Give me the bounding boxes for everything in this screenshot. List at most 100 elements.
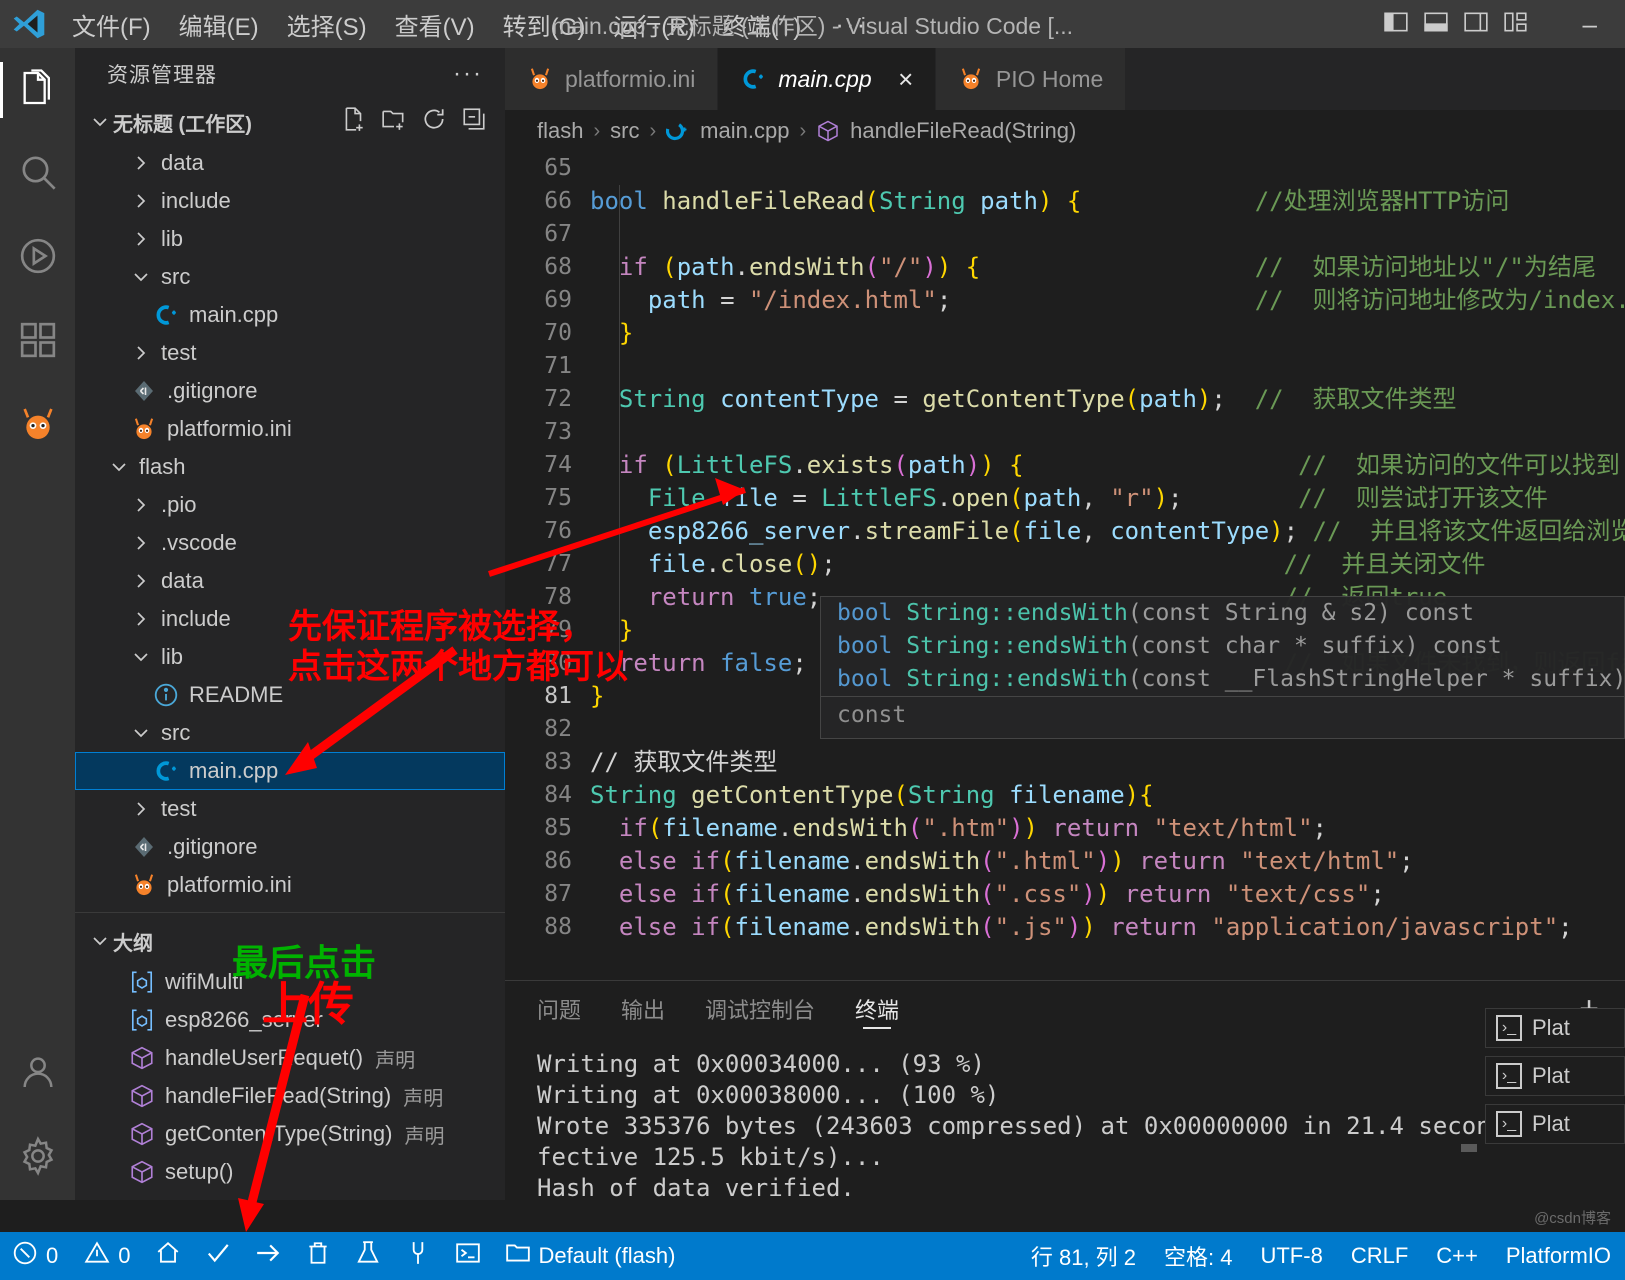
tree-item--gitignore[interactable]: .gitignore <box>75 372 505 410</box>
window-minimize-button[interactable]: – <box>1583 0 1597 48</box>
tree-item-readme[interactable]: README <box>75 676 505 714</box>
tree-item-platformio-ini[interactable]: platformio.ini <box>75 866 505 904</box>
code-line[interactable]: 74 if (LittleFS.exists(path)) { // 如果访问的… <box>505 449 1625 482</box>
tree-item-test[interactable]: test <box>75 334 505 372</box>
menu-file[interactable]: 文件(F) <box>58 0 165 48</box>
tree-item-flash[interactable]: flash <box>75 448 505 486</box>
status-cursor-position[interactable]: 行 81, 列 2 <box>1017 1232 1150 1280</box>
code-line-text[interactable]: else if(filename.endsWith(".html")) retu… <box>590 845 1625 878</box>
code-line-text[interactable]: if (LittleFS.exists(path)) { // 如果访问的文件可… <box>590 449 1625 482</box>
panel-tab-debug-console[interactable]: 调试控制台 <box>705 981 815 1037</box>
customize-layout-icon[interactable] <box>1503 9 1529 40</box>
code-line-text[interactable]: esp8266_server.streamFile(file, contentT… <box>590 515 1625 548</box>
status-pio-new-terminal[interactable] <box>443 1232 493 1280</box>
code-editor[interactable]: 65 66 bool handleFileRead(String path) { /… <box>505 152 1625 976</box>
breadcrumb-item-symbol[interactable]: handleFileRead(String) <box>850 118 1076 144</box>
status-language-mode[interactable]: C++ <box>1422 1232 1492 1280</box>
status-pio-home[interactable] <box>143 1232 193 1280</box>
tree-item--pio[interactable]: .pio <box>75 486 505 524</box>
code-line-text[interactable]: path = "/index.html"; // 则将访问地址修改为/index… <box>590 284 1625 317</box>
status-pio-test[interactable] <box>343 1232 393 1280</box>
status-pio-upload[interactable] <box>243 1232 293 1280</box>
breadcrumb-item-flash[interactable]: flash <box>537 118 583 144</box>
tree-item-test[interactable]: test <box>75 790 505 828</box>
code-line[interactable]: 88 else if(filename.endsWith(".js")) ret… <box>505 911 1625 944</box>
terminal-output[interactable]: Writing at 0x00034000... (93 %) Writing a… <box>505 1037 1625 1204</box>
code-line[interactable]: 84 String getContentType(String filename)… <box>505 779 1625 812</box>
code-line-text[interactable]: if(filename.endsWith(".htm")) return "te… <box>590 812 1625 845</box>
status-encoding[interactable]: UTF-8 <box>1246 1232 1336 1280</box>
status-pio-project-env[interactable]: Default (flash) <box>493 1232 688 1280</box>
status-pio-build[interactable] <box>193 1232 243 1280</box>
status-platformio[interactable]: PlatformIO <box>1492 1232 1625 1280</box>
code-line-text[interactable]: if (path.endsWith("/")) { // 如果访问地址以"/"为… <box>590 251 1625 284</box>
new-file-icon[interactable] <box>341 106 367 138</box>
suggestion-item[interactable]: bool String::endsWith (const String & s2)… <box>821 597 1624 630</box>
terminal-tabs-list[interactable]: ›_ Plat ›_ Plat ›_ Plat <box>1485 1000 1625 1152</box>
editor-tab-bar[interactable]: platformio.ini main.cpp × PIO Home <box>505 48 1625 110</box>
status-pio-clean[interactable] <box>293 1232 343 1280</box>
code-line-text[interactable]: String contentType = getContentType(path… <box>590 383 1625 416</box>
code-line[interactable]: 73 <box>505 416 1625 449</box>
panel-tab-problems[interactable]: 问题 <box>537 981 581 1037</box>
tree-item-platformio-ini[interactable]: platformio.ini <box>75 410 505 448</box>
code-line-text[interactable]: else if(filename.endsWith(".js")) return… <box>590 911 1625 944</box>
code-line[interactable]: 68 if (path.endsWith("/")) { // 如果访问地址以"… <box>505 251 1625 284</box>
breadcrumb[interactable]: flash › src › main.cpp › handleFileRead(… <box>505 110 1625 152</box>
refresh-icon[interactable] <box>421 106 447 138</box>
code-line-text[interactable]: bool handleFileRead(String path) { //处理浏… <box>590 185 1625 218</box>
outline-item-handlefileread-string-[interactable]: handleFileRead(String) 声明 <box>75 1077 505 1115</box>
activity-explorer[interactable] <box>0 48 75 132</box>
suggestion-item[interactable]: bool String::endsWith (const char * suffi… <box>821 630 1624 663</box>
terminal-scrollbar[interactable] <box>1461 1144 1477 1152</box>
menu-more-icon[interactable]: ··· <box>815 9 887 40</box>
breadcrumb-item-src[interactable]: src <box>610 118 639 144</box>
code-line[interactable]: 75 File file = LittleFS.open(path, "r");… <box>505 482 1625 515</box>
activity-accounts[interactable] <box>0 1032 75 1116</box>
activity-run-debug[interactable] <box>0 216 75 300</box>
breadcrumb-item-file[interactable]: main.cpp <box>700 118 789 144</box>
tree-item--gitignore[interactable]: .gitignore <box>75 828 505 866</box>
menu-terminal[interactable]: 终端(T) <box>709 0 816 48</box>
code-line-text[interactable]: else if(filename.endsWith(".css")) retur… <box>590 878 1625 911</box>
editor-tab-pio-home[interactable]: PIO Home <box>935 48 1127 110</box>
close-icon[interactable]: × <box>898 64 913 95</box>
code-line[interactable]: 71 <box>505 350 1625 383</box>
code-line[interactable]: 83 // 获取文件类型 <box>505 746 1625 779</box>
file-tree[interactable]: data include lib src main.cpp test .gitignore p… <box>75 144 505 904</box>
tree-item-data[interactable]: data <box>75 144 505 182</box>
editor-tab-platformio-ini[interactable]: platformio.ini <box>505 48 719 110</box>
outline-item-wifimulti[interactable]: wifiMulti <box>75 963 505 1001</box>
code-line[interactable]: 77 file.close(); // 并且关闭文件 <box>505 548 1625 581</box>
outline-item-getcontenttype-string-[interactable]: getContentType(String) 声明 <box>75 1115 505 1153</box>
menu-selection[interactable]: 选择(S) <box>273 0 381 48</box>
menu-bar[interactable]: 文件(F) 编辑(E) 选择(S) 查看(V) 转到(G) 运行(R) 终端(T… <box>58 0 887 48</box>
menu-run[interactable]: 运行(R) <box>599 0 708 48</box>
activity-search[interactable] <box>0 132 75 216</box>
panel-tab-bar[interactable]: 问题 输出 调试控制台 终端 + <box>505 981 1625 1037</box>
panel-tab-terminal[interactable]: 终端 <box>855 981 899 1037</box>
code-line-text[interactable]: // 获取文件类型 <box>590 746 1625 779</box>
activity-manage-settings[interactable] <box>0 1116 75 1200</box>
code-line-text[interactable]: String getContentType(String filename){ <box>590 779 1625 812</box>
activity-platformio[interactable] <box>0 384 75 468</box>
panel-tab-output[interactable]: 输出 <box>621 981 665 1037</box>
outline-section-header[interactable]: 大纲 <box>75 919 505 963</box>
outline-tree[interactable]: wifiMulti esp8266_server handleUserRequet(… <box>75 963 505 1191</box>
status-indentation[interactable]: 空格: 4 <box>1150 1232 1246 1280</box>
terminal-list-item[interactable]: ›_ Plat <box>1485 1056 1625 1096</box>
outline-item-esp8266-server[interactable]: esp8266_server <box>75 1001 505 1039</box>
toggle-primary-sidebar-icon[interactable] <box>1383 9 1409 40</box>
code-line[interactable]: 85 if(filename.endsWith(".htm")) return … <box>505 812 1625 845</box>
tree-item-lib[interactable]: lib <box>75 220 505 258</box>
suggestion-widget[interactable]: bool String::endsWith (const String & s2)… <box>820 596 1625 697</box>
outline-item-setup-[interactable]: setup() <box>75 1153 505 1191</box>
code-line[interactable]: 87 else if(filename.endsWith(".css")) re… <box>505 878 1625 911</box>
code-line-text[interactable]: File file = LittleFS.open(path, "r"); //… <box>590 482 1625 515</box>
new-folder-icon[interactable] <box>381 106 407 138</box>
tree-item-include[interactable]: include <box>75 600 505 638</box>
editor-tab-main-cpp[interactable]: main.cpp × <box>718 48 936 110</box>
code-line[interactable]: 86 else if(filename.endsWith(".html")) r… <box>505 845 1625 878</box>
sidebar-more-icon[interactable]: ··· <box>453 60 483 88</box>
status-eol[interactable]: CRLF <box>1337 1232 1422 1280</box>
